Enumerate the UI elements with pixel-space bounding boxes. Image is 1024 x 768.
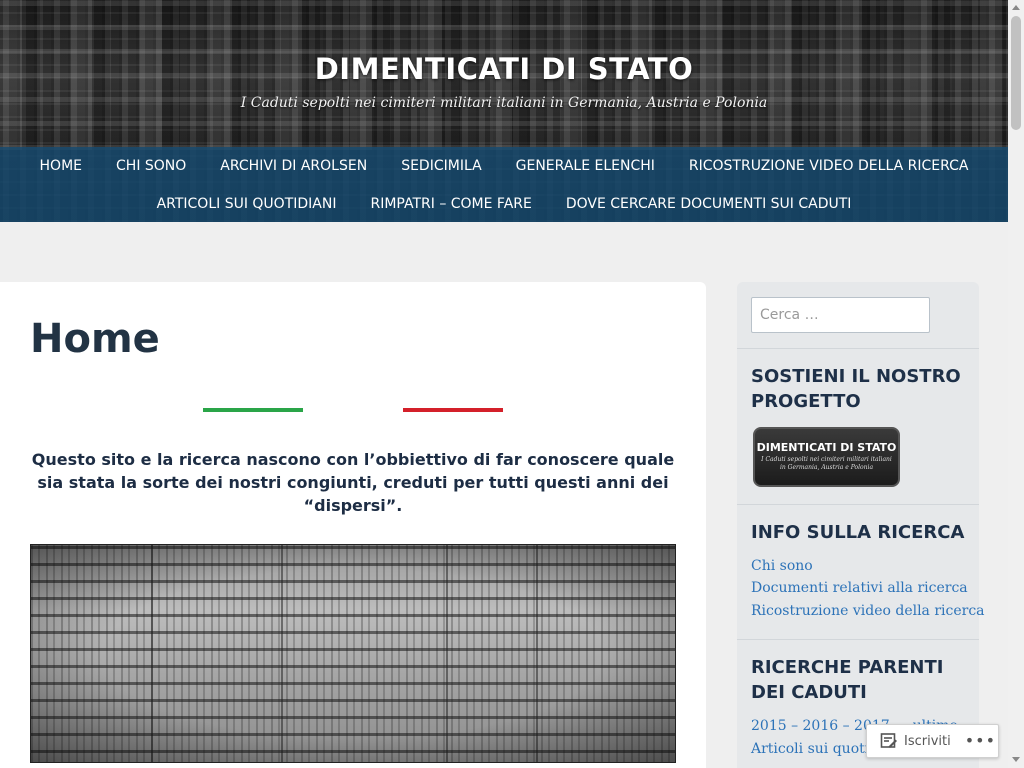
widget-divider — [737, 348, 979, 349]
nav-item-rimpatri[interactable]: RIMPATRI – COME FARE — [353, 193, 548, 215]
page-title: Home — [30, 316, 160, 362]
follow-button[interactable]: Iscriviti — [904, 734, 951, 749]
scrollbar-thumb[interactable] — [1011, 16, 1021, 130]
nav-item-home[interactable]: HOME — [23, 155, 99, 177]
search-input[interactable] — [751, 297, 930, 333]
nav-item-sedicimila[interactable]: SEDICIMILA — [384, 155, 498, 177]
main-content: Home Questo sito e la ricerca nascono co… — [0, 282, 706, 768]
reader-icon[interactable] — [880, 732, 898, 750]
nav-item-dove-cercare-documenti[interactable]: DOVE CERCARE DOCUMENTI SUI CADUTI — [549, 193, 869, 215]
link-chi-sono[interactable]: Chi sono — [751, 558, 813, 574]
more-options-icon[interactable]: ••• — [965, 733, 996, 749]
nav-item-generale-elenchi[interactable]: GENERALE ELENCHI — [499, 155, 672, 177]
scroll-up-arrow-icon[interactable] — [1012, 5, 1020, 10]
intro-text: Questo sito e la ricerca nascono con l’o… — [31, 450, 675, 515]
link-documenti-ricerca[interactable]: Documenti relativi alla ricerca — [751, 580, 968, 596]
flag-divider-green — [203, 408, 303, 412]
nav-item-ricostruzione-video[interactable]: RICOSTRUZIONE VIDEO DELLA RICERCA — [672, 155, 986, 177]
follow-widget: Iscriviti ••• — [866, 724, 999, 758]
sidebar: SOSTIENI IL NOSTRO PROGETTO DIMENTICATI … — [737, 282, 985, 768]
widget-divider — [737, 639, 979, 640]
archive-document-image — [30, 544, 676, 763]
site-header: DIMENTICATI DI STATO I Caduti sepolti ne… — [0, 0, 1008, 222]
main-navigation: HOME CHI SONO ARCHIVI DI AROLSEN SEDICIM… — [0, 147, 1008, 222]
nav-item-chi-sono[interactable]: CHI SONO — [99, 155, 203, 177]
banner-title: DIMENTICATI DI STATO — [756, 441, 897, 454]
widget-divider — [737, 504, 979, 505]
info-widget-title: INFO SULLA RICERCA — [751, 522, 965, 543]
nav-item-archivi-di-arolsen[interactable]: ARCHIVI DI AROLSEN — [203, 155, 384, 177]
link-ricostruzione-video[interactable]: Ricostruzione video della ricerca — [751, 603, 985, 619]
support-widget-title: SOSTIENI IL NOSTRO PROGETTO — [751, 366, 961, 412]
scrollbar[interactable] — [1008, 0, 1024, 768]
scroll-down-arrow-icon[interactable] — [1012, 757, 1020, 762]
nav-row-1: HOME CHI SONO ARCHIVI DI AROLSEN SEDICIM… — [0, 155, 1008, 177]
nav-item-articoli-sui-quotidiani[interactable]: ARTICOLI SUI QUOTIDIANI — [140, 193, 354, 215]
support-banner-image[interactable]: DIMENTICATI DI STATO I Caduti sepolti ne… — [753, 427, 900, 487]
site-title[interactable]: DIMENTICATI DI STATO — [0, 52, 1008, 86]
parents-widget-title: RICERCHE PARENTI DEI CADUTI — [751, 657, 944, 703]
nav-row-2: ARTICOLI SUI QUOTIDIANI RIMPATRI – COME … — [0, 193, 1008, 215]
document-vignette — [31, 545, 675, 762]
site-tagline: I Caduti sepolti nei cimiteri militari i… — [240, 95, 768, 111]
flag-divider-red — [403, 408, 503, 412]
banner-subtitle: I Caduti sepolti nei cimiteri militari i… — [761, 456, 892, 471]
